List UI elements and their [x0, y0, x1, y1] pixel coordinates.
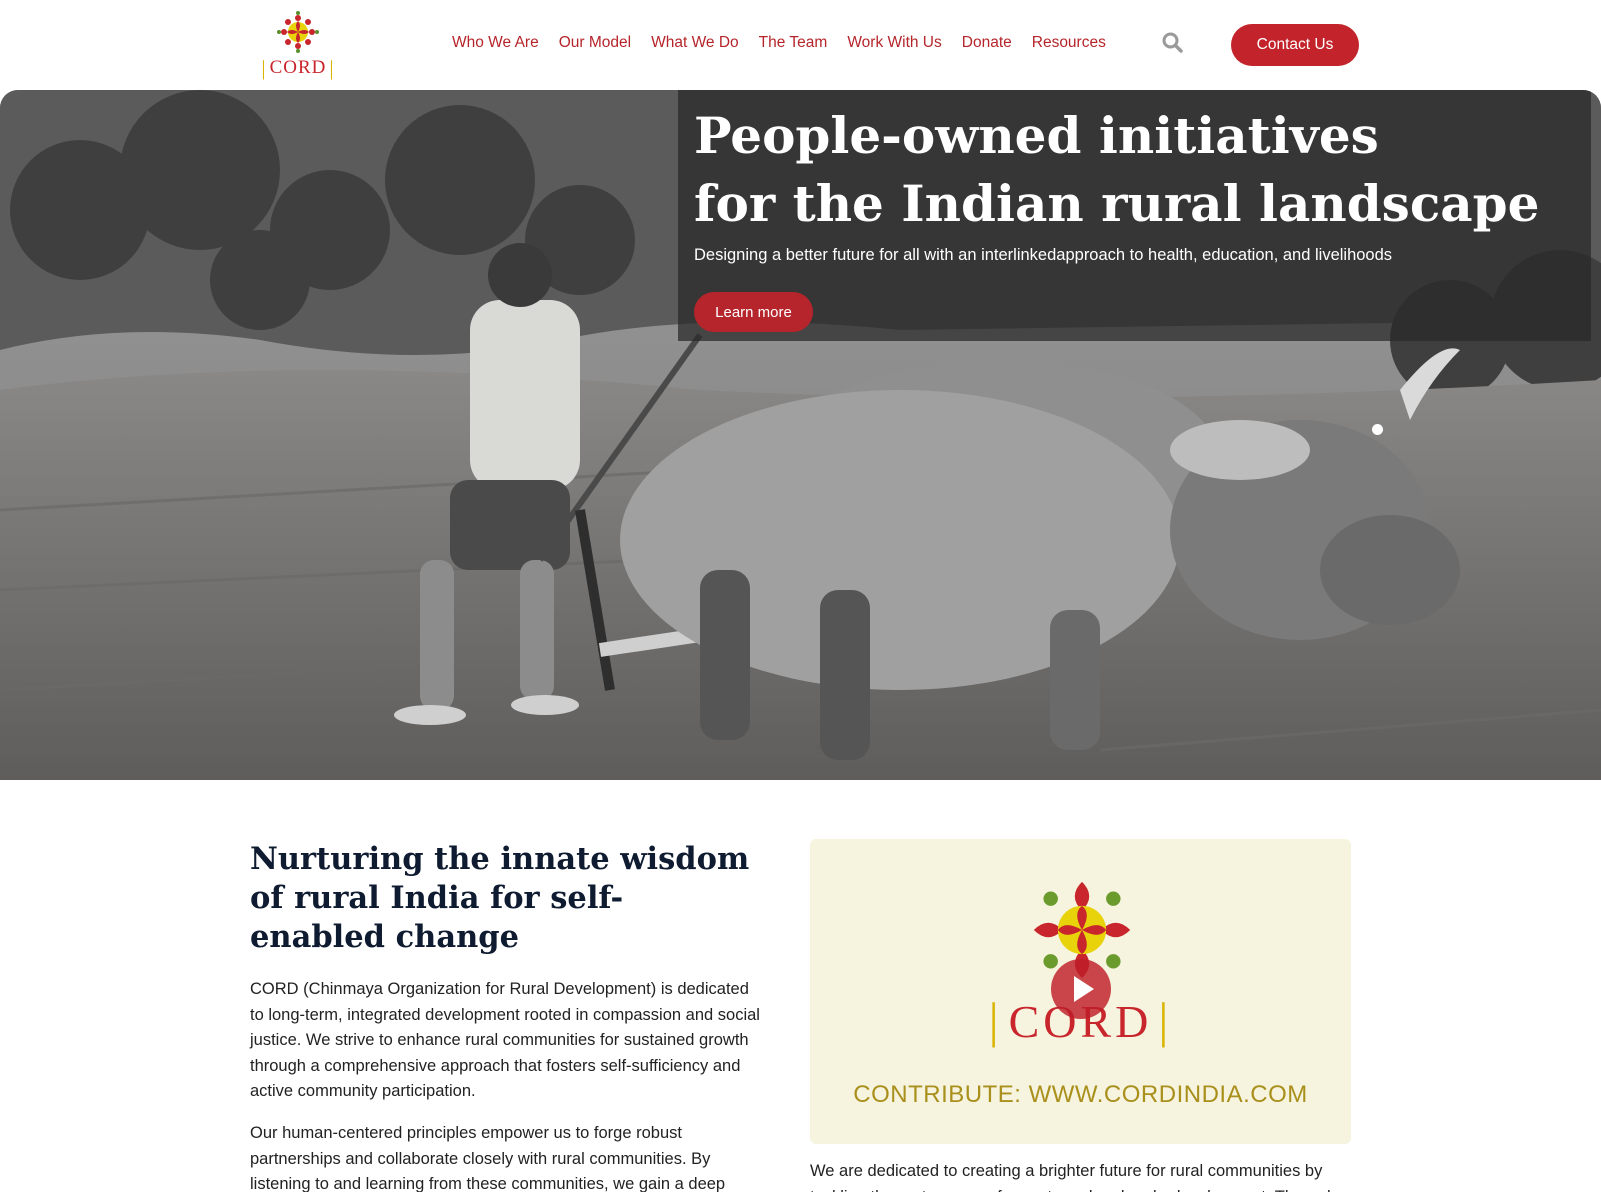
- video-player[interactable]: | CORD | CONTRIBUTE: WWW.CORDINDIA.COM: [810, 839, 1351, 1144]
- about-heading-line-1: Nurturing the innate wisdom: [250, 841, 750, 877]
- nav-resources[interactable]: Resources: [1032, 32, 1106, 54]
- video-caption: CONTRIBUTE: WWW.CORDINDIA.COM: [853, 1081, 1308, 1108]
- logo-flower-icon: [277, 11, 319, 53]
- logo-text: CORD: [269, 57, 327, 78]
- search-button[interactable]: [1160, 30, 1186, 56]
- nav-donate[interactable]: Donate: [962, 32, 1012, 54]
- play-icon[interactable]: [1051, 959, 1111, 1019]
- mission-paragraph: We are dedicated to creating a brighter …: [810, 1162, 1336, 1192]
- logo-wordmark: | CORD |: [261, 55, 335, 80]
- hero-title-line-1: People-owned initiatives: [694, 106, 1379, 165]
- about-paragraph-1: CORD (Chinmaya Organization for Rural De…: [250, 980, 760, 1100]
- site-header: | CORD | Who We Are Our Model What We Do T…: [0, 0, 1601, 90]
- about-heading-line-2: of rural India for self-: [250, 880, 624, 916]
- nav-what-we-do[interactable]: What We Do: [651, 32, 739, 54]
- about-paragraph-2: Our human-centered principles empower us…: [250, 1124, 726, 1192]
- about-heading-line-3: enabled change: [250, 919, 520, 955]
- carousel-dot[interactable]: [1372, 424, 1383, 435]
- search-icon: [1162, 32, 1183, 53]
- hero-banner: People-owned initiatives for the Indian …: [0, 90, 1601, 780]
- nav-who-we-are[interactable]: Who We Are: [452, 32, 539, 54]
- nav-work-with-us[interactable]: Work With Us: [847, 32, 941, 54]
- about-heading: Nurturing the innate wisdom of rural Ind…: [250, 840, 750, 957]
- learn-more-button[interactable]: Learn more: [694, 292, 813, 332]
- main-nav: Who We Are Our Model What We Do The Team…: [452, 32, 1126, 54]
- hero-subtitle: Designing a better future for all with a…: [694, 246, 1393, 264]
- hero-title-line-2: for the Indian rural landscape: [694, 174, 1540, 233]
- nav-our-model[interactable]: Our Model: [559, 32, 631, 54]
- cord-logo[interactable]: | CORD |: [250, 10, 346, 80]
- contact-us-button[interactable]: Contact Us: [1231, 24, 1359, 66]
- nav-the-team[interactable]: The Team: [759, 32, 828, 54]
- hero-text-panel: People-owned initiatives for the Indian …: [678, 90, 1591, 341]
- hero-title: People-owned initiatives for the Indian …: [694, 102, 1574, 238]
